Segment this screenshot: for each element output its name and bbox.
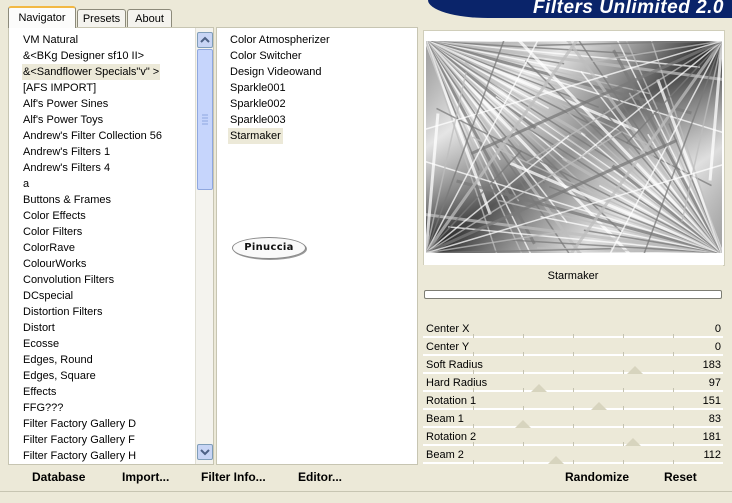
category-item[interactable]: ColourWorks	[22, 256, 87, 272]
category-item[interactable]: Filter Factory Gallery H	[22, 448, 137, 464]
category-item[interactable]: [AFS IMPORT]	[22, 80, 97, 96]
slider-label: Center Y	[426, 341, 470, 353]
category-item[interactable]: Andrew's Filters 1	[22, 144, 111, 160]
bottom-divider	[0, 491, 732, 492]
slider-row: Hard Radius 97	[423, 374, 723, 392]
slider-label: Soft Radius	[426, 359, 483, 371]
category-item[interactable]: Alf's Power Sines	[22, 96, 109, 112]
preview-frame	[423, 30, 725, 266]
filter-item[interactable]: Starmaker	[228, 128, 283, 144]
category-item[interactable]: Filter Factory Gallery D	[22, 416, 137, 432]
category-scrollbar[interactable]	[195, 28, 213, 464]
category-item[interactable]: Edges, Round	[22, 352, 94, 368]
slider-row: Center Y 0	[423, 338, 723, 356]
slider-row: Rotation 1 151	[423, 392, 723, 410]
slider-row: Beam 1 83	[423, 410, 723, 428]
author-logo: Pinuccia	[232, 237, 306, 259]
category-item[interactable]: Alf's Power Toys	[22, 112, 104, 128]
slider-label: Rotation 2	[426, 431, 477, 443]
scrollbar-thumb[interactable]	[197, 49, 213, 190]
editor-button[interactable]: Editor...	[298, 463, 342, 491]
import-button[interactable]: Import...	[122, 463, 169, 491]
filter-item[interactable]: Color Atmospherizer	[228, 32, 332, 48]
chevron-down-icon	[200, 449, 210, 456]
category-item[interactable]: Ecosse	[22, 336, 60, 352]
slider-label: Rotation 1	[426, 395, 477, 407]
grip-icon	[202, 114, 208, 125]
filter-preview-image	[426, 41, 722, 253]
slider-value: 83	[708, 413, 721, 425]
category-item[interactable]: &<Sandflower Specials"v" >	[22, 64, 161, 80]
category-item[interactable]: VM Natural	[22, 32, 79, 48]
randomize-button[interactable]: Randomize	[565, 463, 629, 491]
tab-presets[interactable]: Presets	[77, 9, 126, 27]
category-item[interactable]: &<BKg Designer sf10 II>	[22, 48, 145, 64]
category-item[interactable]: Color Filters	[22, 224, 83, 240]
slider-value: 151	[702, 395, 721, 407]
slider-value: 0	[714, 341, 721, 353]
tab-navigator[interactable]: Navigator	[8, 6, 76, 28]
category-item[interactable]: ColorRave	[22, 240, 76, 256]
bottom-button-bar: Database Import... Filter Info... Editor…	[0, 463, 732, 491]
category-item[interactable]: Effects	[22, 384, 57, 400]
app-title-banner: Filters Unlimited 2.0	[428, 0, 732, 18]
filter-item[interactable]: Sparkle003	[228, 112, 288, 128]
slider-thumb[interactable]	[531, 384, 547, 392]
progress-bar	[424, 290, 722, 299]
category-item[interactable]: Andrew's Filters 4	[22, 160, 111, 176]
slider-value: 97	[708, 377, 721, 389]
category-item[interactable]: Color Effects	[22, 208, 87, 224]
filter-item[interactable]: Sparkle001	[228, 80, 288, 96]
category-item[interactable]: Distort	[22, 320, 56, 336]
slider-label: Beam 1	[426, 413, 464, 425]
slider-row: Beam 2 112	[423, 446, 723, 464]
slider-thumb[interactable]	[515, 420, 531, 428]
category-item[interactable]: Edges, Square	[22, 368, 97, 384]
slider-value: 183	[702, 359, 721, 371]
selected-filter-name: Starmaker	[423, 265, 723, 287]
slider-label: Hard Radius	[426, 377, 488, 389]
filter-item[interactable]: Sparkle002	[228, 96, 288, 112]
category-item[interactable]: Filter Factory Gallery F	[22, 432, 136, 448]
tab-about[interactable]: About	[127, 9, 172, 27]
filter-item[interactable]: Color Switcher	[228, 48, 304, 64]
slider-row: Soft Radius 183	[423, 356, 723, 374]
scroll-up-button[interactable]	[197, 32, 213, 48]
slider-value: 181	[702, 431, 721, 443]
chevron-up-icon	[200, 36, 210, 43]
slider-value: 0	[714, 323, 721, 335]
slider-row: Rotation 2 181	[423, 428, 723, 446]
category-item[interactable]: Distortion Filters	[22, 304, 103, 320]
database-button[interactable]: Database	[32, 463, 85, 491]
category-list[interactable]: VM Natural &<BKg Designer sf10 II> &<Sandf…	[8, 27, 214, 465]
category-item[interactable]: DCspecial	[22, 288, 74, 304]
reset-button[interactable]: Reset	[664, 463, 697, 491]
filter-item[interactable]: Design Videowand	[228, 64, 324, 80]
slider-value: 112	[703, 449, 721, 461]
slider-row: Center X 0	[423, 320, 723, 338]
category-item[interactable]: Convolution Filters	[22, 272, 115, 288]
slider-label: Beam 2	[426, 449, 464, 461]
category-item[interactable]: a	[22, 176, 30, 192]
slider-label: Center X	[426, 323, 470, 335]
scroll-down-button[interactable]	[197, 444, 213, 460]
category-item[interactable]: FFG???	[22, 400, 64, 416]
category-item[interactable]: Andrew's Filter Collection 56	[22, 128, 163, 144]
slider-thumb[interactable]	[625, 438, 641, 446]
category-item[interactable]: Buttons & Frames	[22, 192, 112, 208]
slider-thumb[interactable]	[591, 402, 607, 410]
slider-thumb[interactable]	[627, 366, 643, 374]
filter-info-button[interactable]: Filter Info...	[201, 463, 266, 491]
